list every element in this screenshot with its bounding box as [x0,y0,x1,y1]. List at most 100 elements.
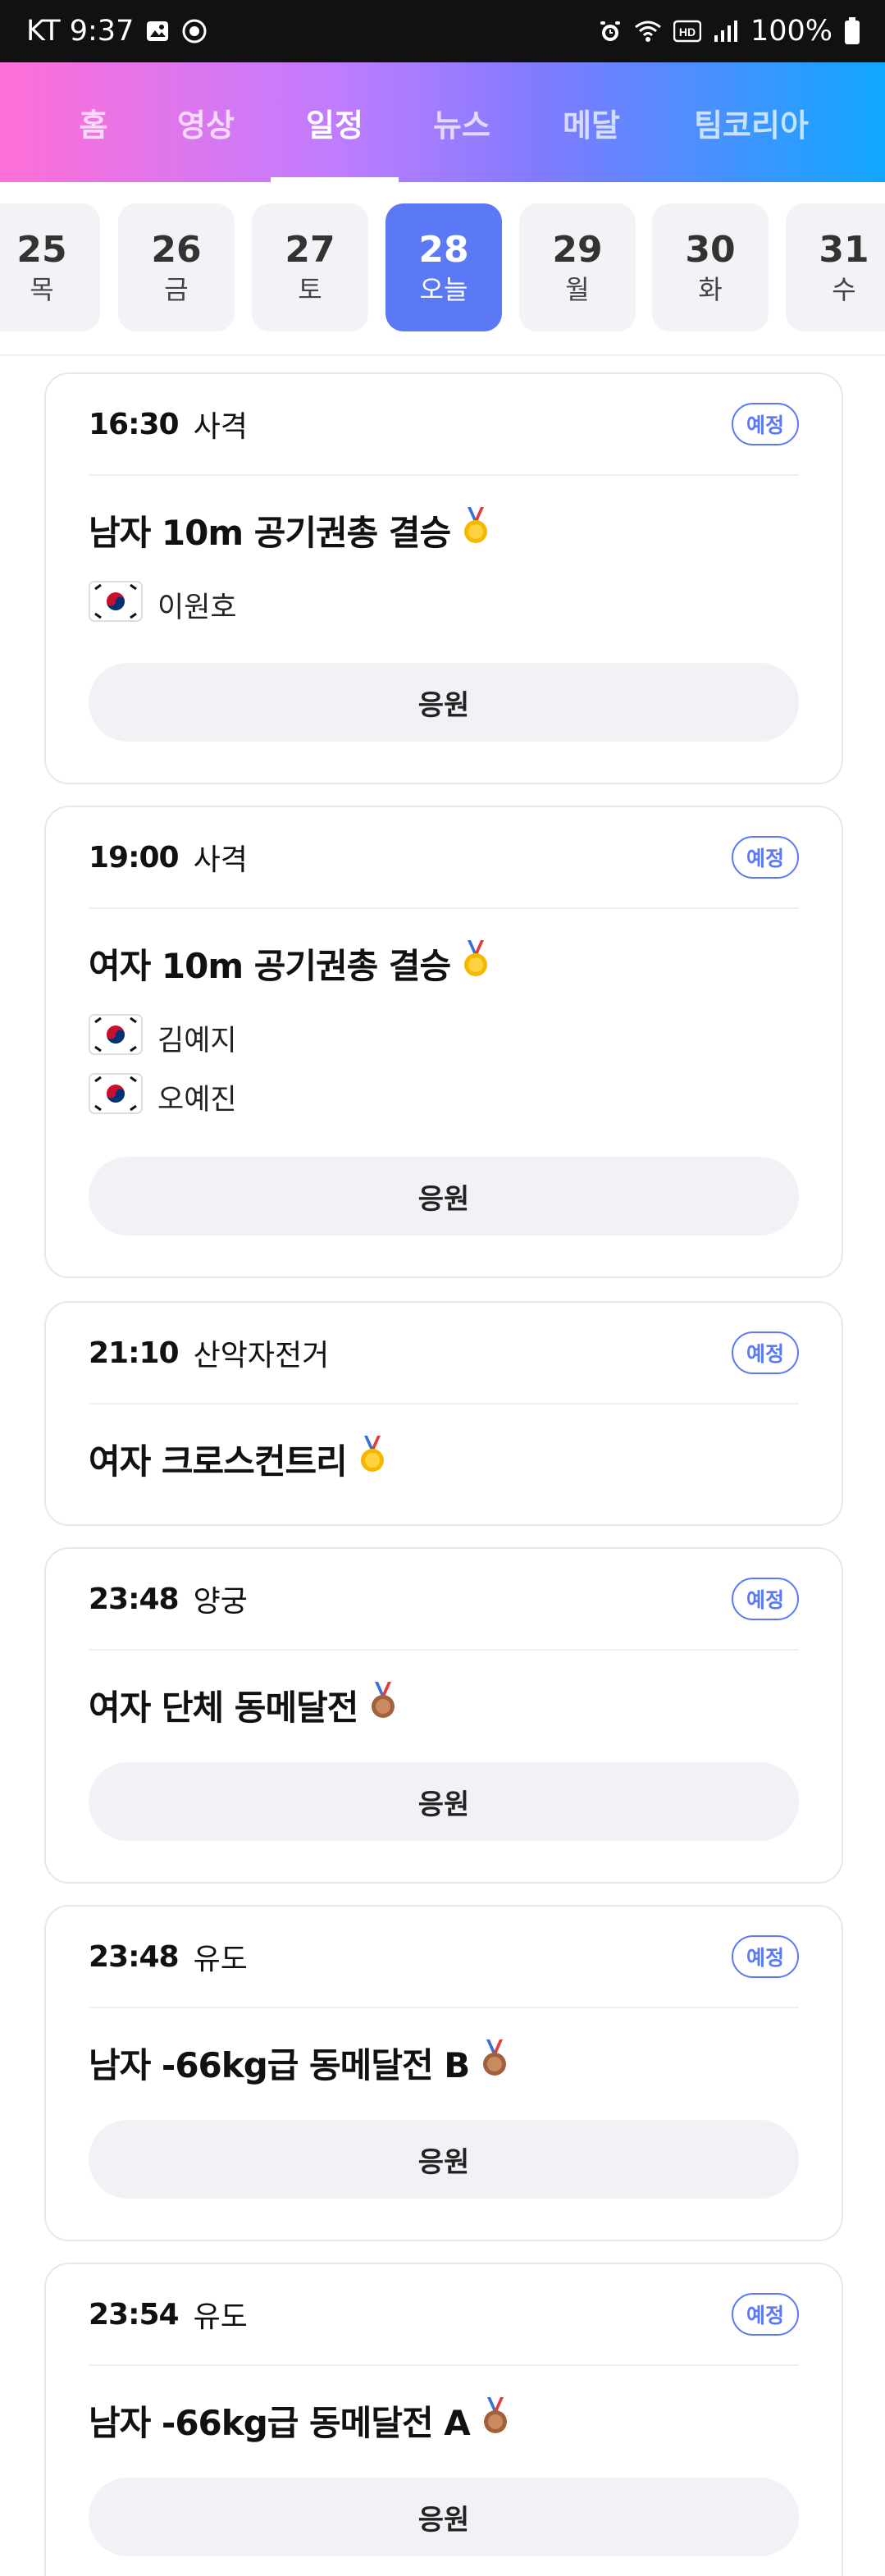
status-badge: 예정 [731,2293,799,2336]
gold-medal-icon [357,1436,388,1482]
divider [89,474,799,476]
date-chip-27[interactable]: 27 토 [252,203,368,331]
event-title-text: 여자 크로스컨트리 [89,1441,348,1482]
image-icon [145,19,170,43]
event-title: 남자 -66kg급 동메달전 A [89,2391,511,2450]
event-sport: 양궁 [193,1585,248,1619]
date-chip-28-today[interactable]: 28 오늘 [385,203,502,331]
event-header: 23:48 양궁 예정 [89,1573,799,1624]
status-badge: 예정 [731,1331,799,1374]
divider [89,2007,799,2008]
event-header: 21:10 산악자전거 예정 [89,1327,799,1378]
event-card: 19:00 사격 예정 여자 10m 공기권총 결승 김예지 오예진 응원 [44,806,843,1278]
event-when: 21:10 산악자전거 [89,1331,329,1374]
date-weekday: 금 [164,274,189,305]
event-title: 여자 크로스컨트리 [89,1429,388,1488]
gold-medal-icon [460,507,491,553]
event-header: 19:00 사격 예정 [89,832,799,883]
athlete-name: 오예진 [157,1083,237,1117]
date-number: 30 [685,229,736,271]
event-card: 16:30 사격 예정 남자 10m 공기권총 결승 이원호 응원 [44,372,843,784]
event-header: 23:48 유도 예정 [89,1931,799,1982]
event-title: 남자 10m 공기권총 결승 [89,500,491,560]
cheer-button[interactable]: 응원 [89,2478,799,2556]
status-bar-right: HD 100% [598,15,860,48]
date-strip: 25 목 26 금 27 토 28 오늘 29 월 30 화 31 수 [0,182,885,356]
wifi-icon [634,19,662,43]
korea-flag-icon [89,1013,143,1062]
event-title-text: 남자 -66kg급 동메달전 B [89,2044,470,2085]
event-when: 23:48 유도 [89,1935,248,1978]
korea-flag-icon [89,1072,143,1121]
event-sport: 유도 [193,1943,248,1976]
date-chip-25[interactable]: 25 목 [0,203,100,331]
date-number: 26 [151,229,202,271]
status-bar: KT 9:37 HD 100% [0,0,885,62]
hd-icon: HD [673,19,701,43]
carrier-time: KT 9:37 [26,15,135,48]
date-number: 28 [418,229,469,271]
svg-text:HD: HD [679,25,696,39]
event-title-text: 여자 단체 동메달전 [89,1687,358,1728]
tab-team-korea[interactable]: 팀코리아 [677,62,825,182]
tab-schedule[interactable]: 일정 [271,62,399,182]
divider [89,1649,799,1651]
event-title: 남자 -66kg급 동메달전 B [89,2033,510,2092]
event-when: 16:30 사격 [89,403,248,445]
date-chip-26[interactable]: 26 금 [118,203,235,331]
korea-flag-icon [89,580,143,629]
date-weekday: 수 [832,274,856,305]
signal-icon [713,19,739,43]
status-bar-left: KT 9:37 [26,15,208,48]
date-number: 31 [819,229,869,271]
battery-percent: 100% [750,15,833,48]
cheer-button[interactable]: 응원 [89,663,799,742]
record-icon [181,18,208,44]
event-time: 23:54 [89,2297,180,2332]
tab-video[interactable]: 영상 [161,62,251,182]
divider [89,2364,799,2366]
event-title-text: 여자 10m 공기권총 결승 [89,945,451,986]
tab-news[interactable]: 뉴스 [417,62,507,182]
athlete-row: 이원호 [89,580,237,629]
event-when: 23:54 유도 [89,2293,248,2336]
athlete-row: 김예지 [89,1013,237,1062]
date-chip-29[interactable]: 29 월 [519,203,636,331]
event-when: 23:48 양궁 [89,1578,248,1620]
cheer-button[interactable]: 응원 [89,2120,799,2199]
tab-home[interactable]: 홈 [61,62,126,182]
date-weekday: 화 [698,274,723,305]
cheer-button[interactable]: 응원 [89,1157,799,1235]
date-weekday: 월 [565,274,590,305]
athlete-name: 김예지 [157,1024,237,1057]
gold-medal-icon [460,940,491,986]
event-card: 23:48 양궁 예정 여자 단체 동메달전 응원 [44,1547,843,1884]
status-badge: 예정 [731,1935,799,1978]
date-weekday: 오늘 [419,274,468,305]
status-badge: 예정 [731,403,799,445]
event-header: 16:30 사격 예정 [89,399,799,450]
event-card: 23:48 유도 예정 남자 -66kg급 동메달전 B 응원 [44,1905,843,2241]
status-badge: 예정 [731,1578,799,1620]
event-title: 여자 단체 동메달전 [89,1675,399,1734]
date-weekday: 토 [298,274,322,305]
event-time: 23:48 [89,1939,180,1974]
top-nav: 홈 영상 일정 뉴스 메달 팀코리아 [0,62,885,182]
event-card: 23:54 유도 예정 남자 -66kg급 동메달전 A 응원 [44,2263,843,2576]
event-title-text: 남자 10m 공기권총 결승 [89,512,451,553]
tab-medals[interactable]: 메달 [546,62,636,182]
bronze-medal-icon [480,2397,511,2443]
event-sport: 산악자전거 [193,1339,330,1372]
athlete-row: 오예진 [89,1072,237,1121]
status-badge: 예정 [731,836,799,879]
date-chip-31[interactable]: 31 수 [786,203,885,331]
cheer-button[interactable]: 응원 [89,1762,799,1841]
event-card: 21:10 산악자전거 예정 여자 크로스컨트리 [44,1301,843,1526]
date-number: 29 [552,229,603,271]
event-sport: 유도 [193,2300,248,2334]
event-header: 23:54 유도 예정 [89,2289,799,2340]
divider [89,907,799,909]
date-chip-30[interactable]: 30 화 [652,203,769,331]
event-sport: 사격 [193,843,248,877]
date-weekday: 목 [30,274,54,305]
